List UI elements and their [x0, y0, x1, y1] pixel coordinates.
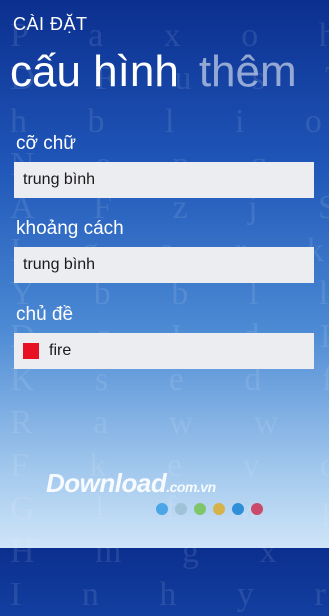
- watermark-dot: [213, 503, 225, 515]
- watermark-text: Download: [46, 468, 167, 498]
- pivot-item-config[interactable]: cấu hình: [10, 42, 179, 102]
- watermark-domain: .com.vn: [166, 479, 216, 495]
- watermark-dot: [251, 503, 263, 515]
- pivot-header: cấu hình thêm: [10, 42, 297, 102]
- theme-picker[interactable]: fire: [14, 333, 314, 369]
- theme-value: fire: [49, 342, 72, 359]
- watermark-dot: [156, 503, 168, 515]
- watermark-dot: [194, 503, 206, 515]
- watermark-dots: [156, 503, 263, 515]
- font-size-picker[interactable]: trung bình: [14, 162, 314, 198]
- font-size-label: cỡ chữ: [16, 133, 77, 154]
- theme-label: chủ đề: [16, 304, 74, 325]
- spacing-value: trung bình: [23, 256, 96, 273]
- watermark-dot: [232, 503, 244, 515]
- watermark-dot: [175, 503, 187, 515]
- theme-color-swatch: [23, 343, 39, 359]
- pivot-item-more[interactable]: thêm: [199, 42, 297, 102]
- watermark-logo: Download.com.vn: [46, 468, 216, 499]
- font-size-value: trung bình: [23, 171, 96, 188]
- app-title: CÀI ĐẶT: [13, 14, 88, 34]
- spacing-label: khoảng cách: [16, 218, 124, 239]
- spacing-picker[interactable]: trung bình: [14, 247, 314, 283]
